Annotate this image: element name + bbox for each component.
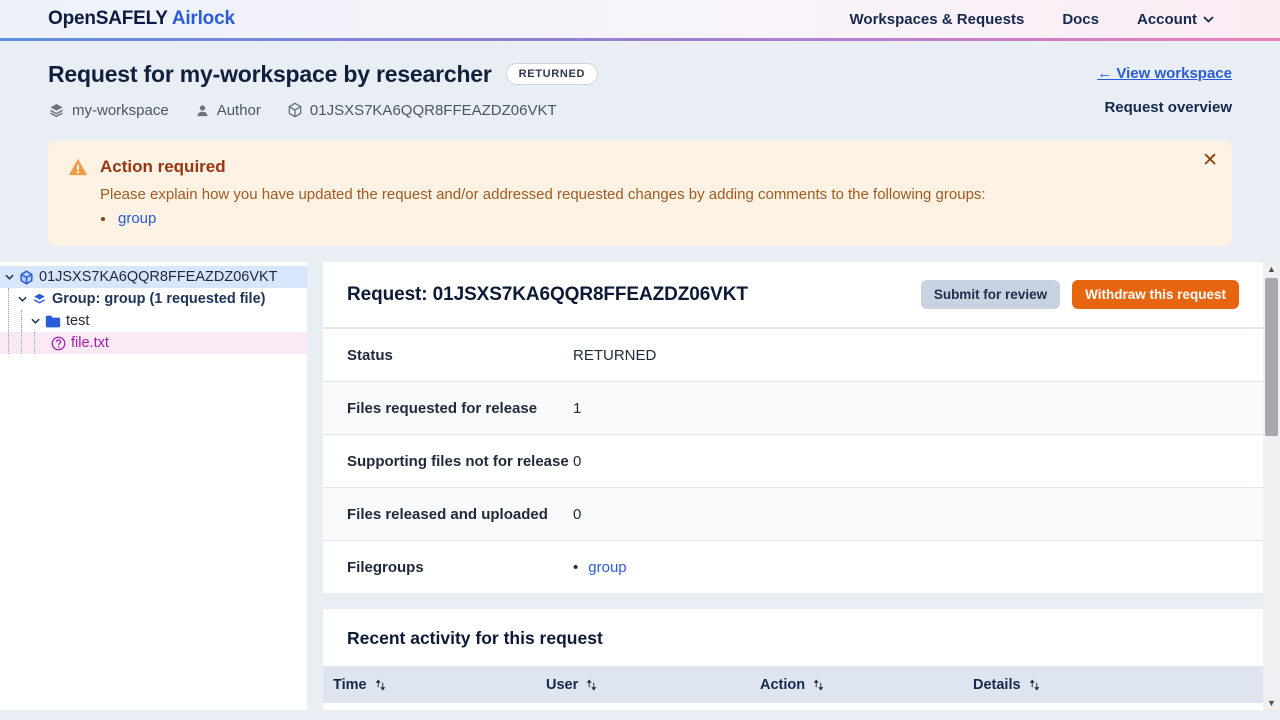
detail-label: Supporting files not for release	[347, 453, 573, 470]
brand-logo[interactable]: OpenSAFELY Airlock	[48, 8, 235, 30]
tree-item-label: Group: group (1 requested file)	[52, 291, 265, 307]
column-label: Details	[973, 677, 1021, 693]
user-icon	[195, 103, 210, 118]
folder-icon	[45, 315, 61, 328]
main-panel: Request: 01JSXS7KA6QQR8FFEAZDZ06VKT Subm…	[323, 262, 1263, 710]
author-label: Author	[217, 102, 261, 119]
alert-group-list: group	[116, 210, 1212, 227]
chevron-down-icon[interactable]	[2, 274, 16, 280]
account-label: Account	[1137, 11, 1197, 28]
activity-title: Recent activity for this request	[347, 628, 603, 648]
chevron-down-icon[interactable]	[15, 296, 29, 302]
author-meta: Author	[195, 102, 261, 119]
detail-row-supporting-files: Supporting files not for release 0	[323, 434, 1263, 487]
recent-activity-card: Recent activity for this request Time Us…	[323, 609, 1263, 710]
sort-icon	[586, 679, 597, 691]
group-link[interactable]: group	[118, 210, 156, 227]
withdraw-request-button[interactable]: Withdraw this request	[1072, 280, 1239, 309]
cube-icon	[19, 270, 34, 285]
column-header-details[interactable]: Details	[963, 666, 1263, 703]
workspace-meta: my-workspace	[48, 102, 169, 119]
detail-label: Status	[347, 347, 573, 364]
detail-value: 0	[573, 506, 581, 523]
workspace-name: my-workspace	[72, 102, 169, 119]
tree-guide	[34, 332, 35, 354]
filegroup-link[interactable]: group	[588, 559, 626, 576]
status-badge: RETURNED	[506, 63, 598, 85]
detail-value: RETURNED	[573, 347, 656, 364]
column-label: Time	[333, 677, 367, 693]
card-gap	[323, 593, 1263, 609]
alert-title: Action required	[100, 157, 226, 177]
nav-item-account[interactable]: Account	[1137, 11, 1214, 28]
tree-item-file-txt[interactable]: file.txt	[0, 332, 307, 354]
column-header-action[interactable]: Action	[750, 666, 963, 703]
detail-row-files-released: Files released and uploaded 0	[323, 487, 1263, 540]
warning-icon	[68, 158, 88, 176]
top-nav: OpenSAFELY Airlock Workspaces & Requests…	[0, 0, 1280, 41]
tree-item-test-folder[interactable]: test	[0, 310, 307, 332]
chevron-down-icon[interactable]	[28, 318, 42, 324]
sort-icon	[813, 679, 824, 691]
activity-table-header: Time User Action	[323, 666, 1263, 703]
request-overview-link[interactable]: Request overview	[1097, 99, 1232, 116]
request-id-meta: 01JSXS7KA6QQR8FFEAZDZ06VKT	[287, 102, 557, 119]
detail-label: Filegroups	[347, 559, 573, 576]
activity-table-body	[323, 703, 1263, 710]
sort-icon	[375, 679, 386, 691]
layers-icon	[32, 292, 47, 306]
nav-item-docs[interactable]: Docs	[1062, 11, 1099, 28]
tree-guide	[21, 310, 22, 354]
tree-item-group[interactable]: Group: group (1 requested file)	[0, 288, 307, 310]
detail-label: Files requested for release	[347, 400, 573, 417]
tree-guide	[8, 288, 9, 354]
scrollbar-down-arrow[interactable]: ▼	[1263, 696, 1280, 710]
content-area: 01JSXS7KA6QQR8FFEAZDZ06VKT Group: group …	[0, 262, 1280, 710]
action-required-banner: Action required Please explain how you h…	[48, 141, 1232, 246]
file-tree: 01JSXS7KA6QQR8FFEAZDZ06VKT Group: group …	[0, 262, 307, 710]
detail-row-status: Status RETURNED	[323, 328, 1263, 381]
request-overview-card: Request: 01JSXS7KA6QQR8FFEAZDZ06VKT Subm…	[323, 262, 1263, 593]
brand-secondary: Airlock	[172, 8, 235, 29]
breadcrumb: my-workspace Author 01JSXS7KA6QQR8FFEAZD…	[48, 100, 598, 120]
chevron-down-icon	[1203, 16, 1214, 23]
scrollbar-up-arrow[interactable]: ▲	[1263, 262, 1280, 276]
scrollbar-thumb[interactable]	[1265, 278, 1278, 436]
page-header: Request for my-workspace by researcher R…	[0, 41, 1280, 120]
sort-icon	[1029, 679, 1040, 691]
layers-icon	[48, 102, 65, 118]
nav-items: Workspaces & Requests Docs Account	[850, 11, 1214, 28]
column-header-time[interactable]: Time	[323, 666, 536, 703]
question-circle-icon	[51, 336, 66, 351]
detail-value: 0	[573, 453, 581, 470]
detail-row-filegroups: Filegroups • group	[323, 540, 1263, 593]
detail-value: 1	[573, 400, 581, 417]
vertical-scrollbar[interactable]: ▲ ▼	[1263, 262, 1280, 710]
column-label: Action	[760, 677, 805, 693]
page-title: Request for my-workspace by researcher	[48, 61, 492, 88]
column-header-user[interactable]: User	[536, 666, 750, 703]
brand-primary: OpenSAFELY	[48, 8, 167, 29]
cube-icon	[287, 102, 303, 118]
nav-item-workspaces-requests[interactable]: Workspaces & Requests	[850, 11, 1025, 28]
request-id: 01JSXS7KA6QQR8FFEAZDZ06VKT	[310, 102, 557, 119]
tree-item-label: test	[66, 313, 89, 329]
alert-group-item: group	[116, 210, 1212, 227]
submit-for-review-button[interactable]: Submit for review	[921, 280, 1060, 309]
tree-item-request[interactable]: 01JSXS7KA6QQR8FFEAZDZ06VKT	[0, 266, 307, 288]
tree-item-label: file.txt	[71, 335, 109, 351]
detail-row-files-requested: Files requested for release 1	[323, 381, 1263, 434]
close-icon[interactable]: ✕	[1202, 151, 1218, 170]
view-workspace-link[interactable]: ← View workspace	[1097, 65, 1232, 82]
detail-label: Files released and uploaded	[347, 506, 573, 523]
tree-item-label: 01JSXS7KA6QQR8FFEAZDZ06VKT	[39, 269, 278, 285]
column-label: User	[546, 677, 578, 693]
request-card-title: Request: 01JSXS7KA6QQR8FFEAZDZ06VKT	[347, 284, 748, 306]
list-bullet: •	[573, 559, 578, 576]
alert-message: Please explain how you have updated the …	[100, 186, 1212, 203]
